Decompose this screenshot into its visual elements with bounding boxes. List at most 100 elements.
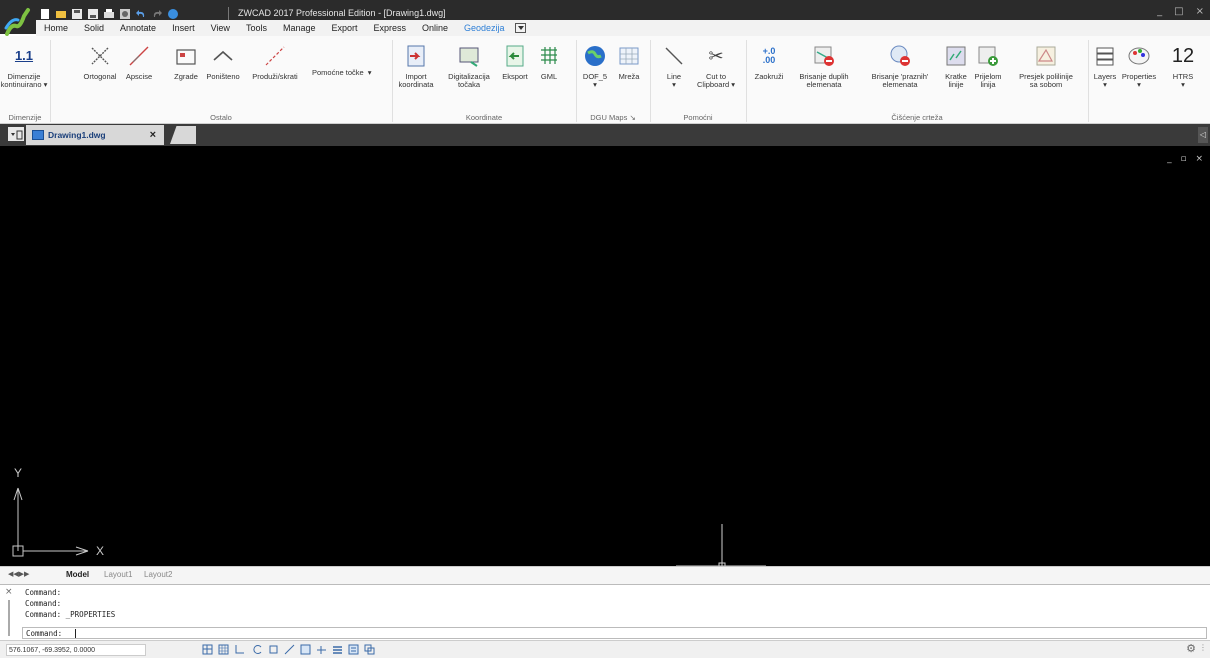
eksport-label: Eksport [502,72,528,81]
grip-handle[interactable] [8,600,10,636]
dof5-button[interactable]: DOF_5 ▾ [580,42,610,89]
prijelom-label: Prijelom linija [974,72,1002,89]
ribbon-separator [392,40,393,122]
brisanje-praznih-button[interactable]: Brisanje 'praznih' elemenata [860,42,940,89]
command-history-line: Command: [25,588,62,597]
eksport-button[interactable]: Eksport [498,42,532,81]
command-history-line: Command: [25,599,62,608]
dynamic-ucs-icon[interactable] [300,644,311,655]
htrs-button[interactable]: 12 HTRS ▾ [1166,42,1200,89]
delete-duplicates-icon [810,42,838,70]
prijelom-linija-button[interactable]: Prijelom linija [972,42,1004,89]
dimenzije-kontinuirano-button[interactable]: 1.1 Dimenzije kontinuirano ▾ [1,42,48,89]
status-menu-icon[interactable]: ⋮ [1199,643,1207,652]
tab-list-dropdown-icon[interactable] [8,127,24,141]
kratke-label: Kratke linije [945,72,967,89]
kratke-linije-button[interactable]: Kratke linije [940,42,972,89]
dialog-launcher-icon[interactable]: ↘ [629,113,635,122]
properties-button[interactable]: Properties ▾ [1120,42,1158,89]
htrs-label: HTRS ▾ [1172,72,1194,89]
save-as-icon[interactable] [86,8,99,21]
import-koordinata-button[interactable]: Import koordinata [396,42,436,89]
osnap-icon[interactable] [268,644,279,655]
digitalizacija-tocaka-button[interactable]: Digitalizacija točaka [442,42,496,89]
delete-empty-icon [886,42,914,70]
tab-home[interactable]: Home [36,21,76,36]
tab-express[interactable]: Express [366,21,415,36]
close-tab-icon[interactable]: × [150,129,156,141]
open-icon[interactable] [54,8,67,21]
ponisteno-button[interactable]: Poništeno [204,42,242,81]
command-input-field[interactable]: Command: [22,627,1207,639]
app-logo-icon[interactable] [4,6,34,38]
layers-button[interactable]: Layers ▾ [1090,42,1120,89]
layout-tab-layout2[interactable]: Layout2 [138,569,178,583]
apscise-button[interactable]: Apscise [120,42,158,81]
layout-tab-model[interactable]: Model [60,569,95,583]
tab-manage[interactable]: Manage [275,21,324,36]
print-icon[interactable] [102,8,115,21]
round-decimal-icon: +.0 .00 [762,46,776,65]
dynamic-input-icon[interactable] [316,644,327,655]
polar-icon[interactable] [252,644,263,655]
close-button[interactable]: × [1196,6,1204,17]
minimize-button[interactable]: _ [1157,6,1162,17]
new-icon[interactable] [38,8,51,21]
tab-view[interactable]: View [203,21,238,36]
tab-insert[interactable]: Insert [164,21,203,36]
undo-icon[interactable] [134,8,147,21]
tab-solid[interactable]: Solid [76,21,112,36]
ortho-icon[interactable] [234,644,245,655]
save-icon[interactable] [70,8,83,21]
ucs-y-label: Y [14,466,23,480]
document-tab[interactable]: Drawing1.dwg × [26,125,164,145]
snap-icon[interactable] [202,644,213,655]
line-button[interactable]: Line ▾ [660,42,688,89]
lineweight-icon[interactable] [332,644,343,655]
tab-annotate[interactable]: Annotate [112,21,164,36]
mreza-label: Mreža [618,72,640,81]
quick-properties-icon[interactable] [348,644,359,655]
presjek-polilinije-button[interactable]: Presjek polilinije sa sobom [1008,42,1084,89]
settings-gear-icon[interactable]: ⚙ [1186,642,1196,655]
ortogonal-button[interactable]: Ortogonal [80,42,120,81]
ortogonal-label: Ortogonal [83,72,117,81]
drawing-canvas[interactable]: _ ▫ × Y X [0,146,1210,572]
layout-tab-layout1[interactable]: Layout1 [98,569,138,583]
cutto-label: Cut to Clipboard ▾ [697,72,735,89]
command-window-grip[interactable]: × [5,588,19,640]
line-label: Line ▾ [666,72,682,89]
close-command-icon[interactable]: × [5,588,19,597]
zaokruzi-button[interactable]: +.0 .00 Zaokruži [750,42,788,81]
gml-button[interactable]: GML [534,42,564,81]
group-pomocni-label: Pomoćni [683,113,713,122]
dgu-maps-text: DGU Maps [590,113,628,122]
help-icon[interactable] [166,8,179,21]
otrack-icon[interactable] [284,644,295,655]
maximize-button[interactable]: □ [1174,6,1183,17]
dof5-label: DOF_5 ▾ [582,72,608,89]
tab-export[interactable]: Export [323,21,365,36]
cut-to-clipboard-button[interactable]: ✂ Cut to Clipboard ▾ [692,42,740,89]
scroll-tabs-icon[interactable]: ◁ [1198,127,1208,143]
grid-icon[interactable] [218,644,229,655]
tab-geodezija[interactable]: Geodezija [456,21,513,36]
eksport-icon [501,42,529,70]
tab-tools[interactable]: Tools [238,21,275,36]
selection-cycling-icon[interactable] [364,644,375,655]
ribbon-minimize-dropdown-icon[interactable] [514,23,526,33]
brisanje-praznih-label: Brisanje 'praznih' elemenata [871,72,929,89]
layout-nav-arrows[interactable]: ◀ ◀ ▶ ▶ [8,570,29,578]
pomocne-tocke-button[interactable]: Pomoćne točke ▾ [312,69,380,77]
command-window: × Command: Command: Command: _PROPERTIES… [0,584,1210,640]
mreza-button[interactable]: Mreža [614,42,644,81]
layers-icon [1091,42,1119,70]
redo-icon[interactable] [150,8,163,21]
produzi-skrati-button[interactable]: Produži/skrati [244,42,306,81]
viewport-window-controls[interactable]: _ ▫ × [1167,154,1206,164]
new-tab-button[interactable] [170,126,196,144]
plot-preview-icon[interactable] [118,8,131,21]
tab-online[interactable]: Online [414,21,456,36]
zgrade-button[interactable]: Zgrade [168,42,204,81]
brisanje-duplih-button[interactable]: Brisanje duplih elemenata [792,42,856,89]
